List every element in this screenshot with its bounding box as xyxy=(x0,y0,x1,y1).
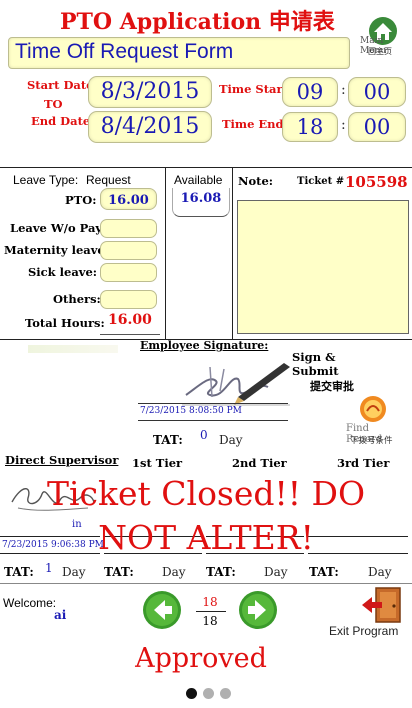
tier2-tat-label: TAT: xyxy=(206,565,236,579)
divider-note xyxy=(232,167,233,339)
total-hours-label: Total Hours: xyxy=(25,316,105,330)
direct-supervisor-label: Direct Supervisor xyxy=(5,453,119,467)
note-label: Note: xyxy=(238,174,274,188)
wo-pay-field[interactable] xyxy=(100,219,157,238)
status-approved: Approved xyxy=(135,643,267,674)
tier3-label: 3rd Tier xyxy=(337,456,390,470)
form-title: Time Off Request Form xyxy=(8,37,350,69)
time-start-min-value: 00 xyxy=(363,80,391,104)
arrow-right-icon xyxy=(239,591,277,629)
exit-program-button[interactable]: Exit Program xyxy=(328,586,408,638)
footer-divider xyxy=(0,583,412,584)
others-field[interactable] xyxy=(100,290,157,309)
sick-label: Sick leave: xyxy=(28,265,98,279)
tier1-tat-day: Day xyxy=(162,565,186,579)
ticket-label: Ticket # xyxy=(297,176,345,187)
tier1-tat-label: TAT: xyxy=(104,565,134,579)
exit-program-label: Exit Program xyxy=(329,624,399,638)
pto-value: 16.00 xyxy=(108,193,149,208)
employee-tat-day: Day xyxy=(219,433,243,447)
exit-door-icon xyxy=(362,587,401,623)
main-menu-sub: 回主页 xyxy=(368,47,392,56)
time-end-min-value: 00 xyxy=(363,115,391,139)
supervisor-tat-label: TAT: xyxy=(4,565,34,579)
employee-tat-value: 0 xyxy=(200,428,208,442)
available-label: Available xyxy=(174,173,223,187)
ticket-closed-banner: Ticket Closed!! DO NOT ALTER! xyxy=(46,474,366,557)
time-start-label: Time Start xyxy=(219,82,288,96)
employee-signature-label: Employee Signature: xyxy=(140,339,269,352)
sign-submit-sub: 提交审批 xyxy=(310,380,354,393)
find-record-button[interactable]: Find Record 下拨号条件 xyxy=(346,395,408,446)
total-hours-value: 16.00 xyxy=(108,312,152,328)
maternity-field[interactable] xyxy=(100,241,157,260)
find-record-icon xyxy=(360,396,386,422)
faded-decoration xyxy=(28,345,118,353)
leave-type-value: Request xyxy=(86,173,131,187)
tier2-label: 2nd Tier xyxy=(232,456,287,470)
signature-pen-image xyxy=(182,363,290,406)
time-end-hour-value: 18 xyxy=(296,115,324,139)
time-end-colon: : xyxy=(341,117,346,133)
sign-submit-label: Sign & Submit xyxy=(292,350,339,378)
divider-top xyxy=(0,167,412,168)
page-dot-3[interactable] xyxy=(220,688,231,699)
leave-type-label: Leave Type: xyxy=(13,173,79,187)
signature-line xyxy=(138,403,288,404)
start-date-value: 8/3/2015 xyxy=(100,79,200,104)
available-value: 16.08 xyxy=(180,191,222,206)
page-total: 18 xyxy=(202,614,218,628)
next-record-button[interactable] xyxy=(238,590,278,630)
form-title-text: Time Off Request Form xyxy=(15,40,234,63)
wo-pay-label: Leave W/o Pay: xyxy=(10,221,107,235)
available-box: 16.08 xyxy=(172,188,230,217)
sign-submit-button[interactable]: Sign & Submit 提交审批 xyxy=(292,350,382,393)
end-date-field[interactable]: 8/4/2015 xyxy=(88,111,212,143)
time-start-colon: : xyxy=(341,82,346,98)
start-date-field[interactable]: 8/3/2015 xyxy=(88,76,212,108)
time-start-hour-field[interactable]: 09 xyxy=(282,77,338,107)
arrow-left-icon xyxy=(143,591,181,629)
tier3-tat-day: Day xyxy=(368,565,392,579)
total-underline xyxy=(100,334,160,335)
tier2-tat-day: Day xyxy=(264,565,288,579)
page-current: 18 xyxy=(202,595,218,609)
welcome-user: ai xyxy=(54,608,67,622)
pto-field[interactable]: 16.00 xyxy=(100,188,157,210)
page-dot-1[interactable] xyxy=(186,688,197,699)
time-end-min-field[interactable]: 00 xyxy=(348,112,406,142)
employee-tat-label: TAT: xyxy=(153,433,183,447)
sick-field[interactable] xyxy=(100,263,157,282)
find-record-sub: 下拨号条件 xyxy=(350,436,393,446)
time-start-min-field[interactable]: 00 xyxy=(348,77,406,107)
time-end-label: Time End xyxy=(222,117,284,131)
signature-timestamp: 7/23/2015 8:08:50 PM xyxy=(140,406,242,416)
others-label: Others: xyxy=(53,292,101,306)
end-date-label: End Date: xyxy=(31,114,95,128)
page-fraction-line xyxy=(196,611,226,612)
end-date-value: 8/4/2015 xyxy=(100,114,200,139)
pto-label: PTO: xyxy=(65,193,97,207)
app-title: PTO Application 申请表 xyxy=(60,9,335,35)
page-dot-2[interactable] xyxy=(203,688,214,699)
maternity-label: Maternity leave: xyxy=(4,243,109,257)
supervisor-tat-value: 1 xyxy=(45,561,53,575)
to-label: TO xyxy=(44,97,63,111)
time-start-hour-value: 09 xyxy=(296,80,324,104)
prev-record-button[interactable] xyxy=(142,590,182,630)
main-menu-button[interactable]: Main Menu 回主页 xyxy=(360,16,410,58)
welcome-label: Welcome: xyxy=(3,596,57,610)
note-field[interactable] xyxy=(237,200,409,334)
tier1-label: 1st Tier xyxy=(132,456,183,470)
signature-line-2 xyxy=(138,420,288,421)
divider-leave xyxy=(165,167,166,339)
ticket-number: 105598 xyxy=(345,173,408,191)
tier3-tat-label: TAT: xyxy=(309,565,339,579)
supervisor-tat-day: Day xyxy=(62,565,86,579)
time-end-hour-field[interactable]: 18 xyxy=(282,112,338,142)
